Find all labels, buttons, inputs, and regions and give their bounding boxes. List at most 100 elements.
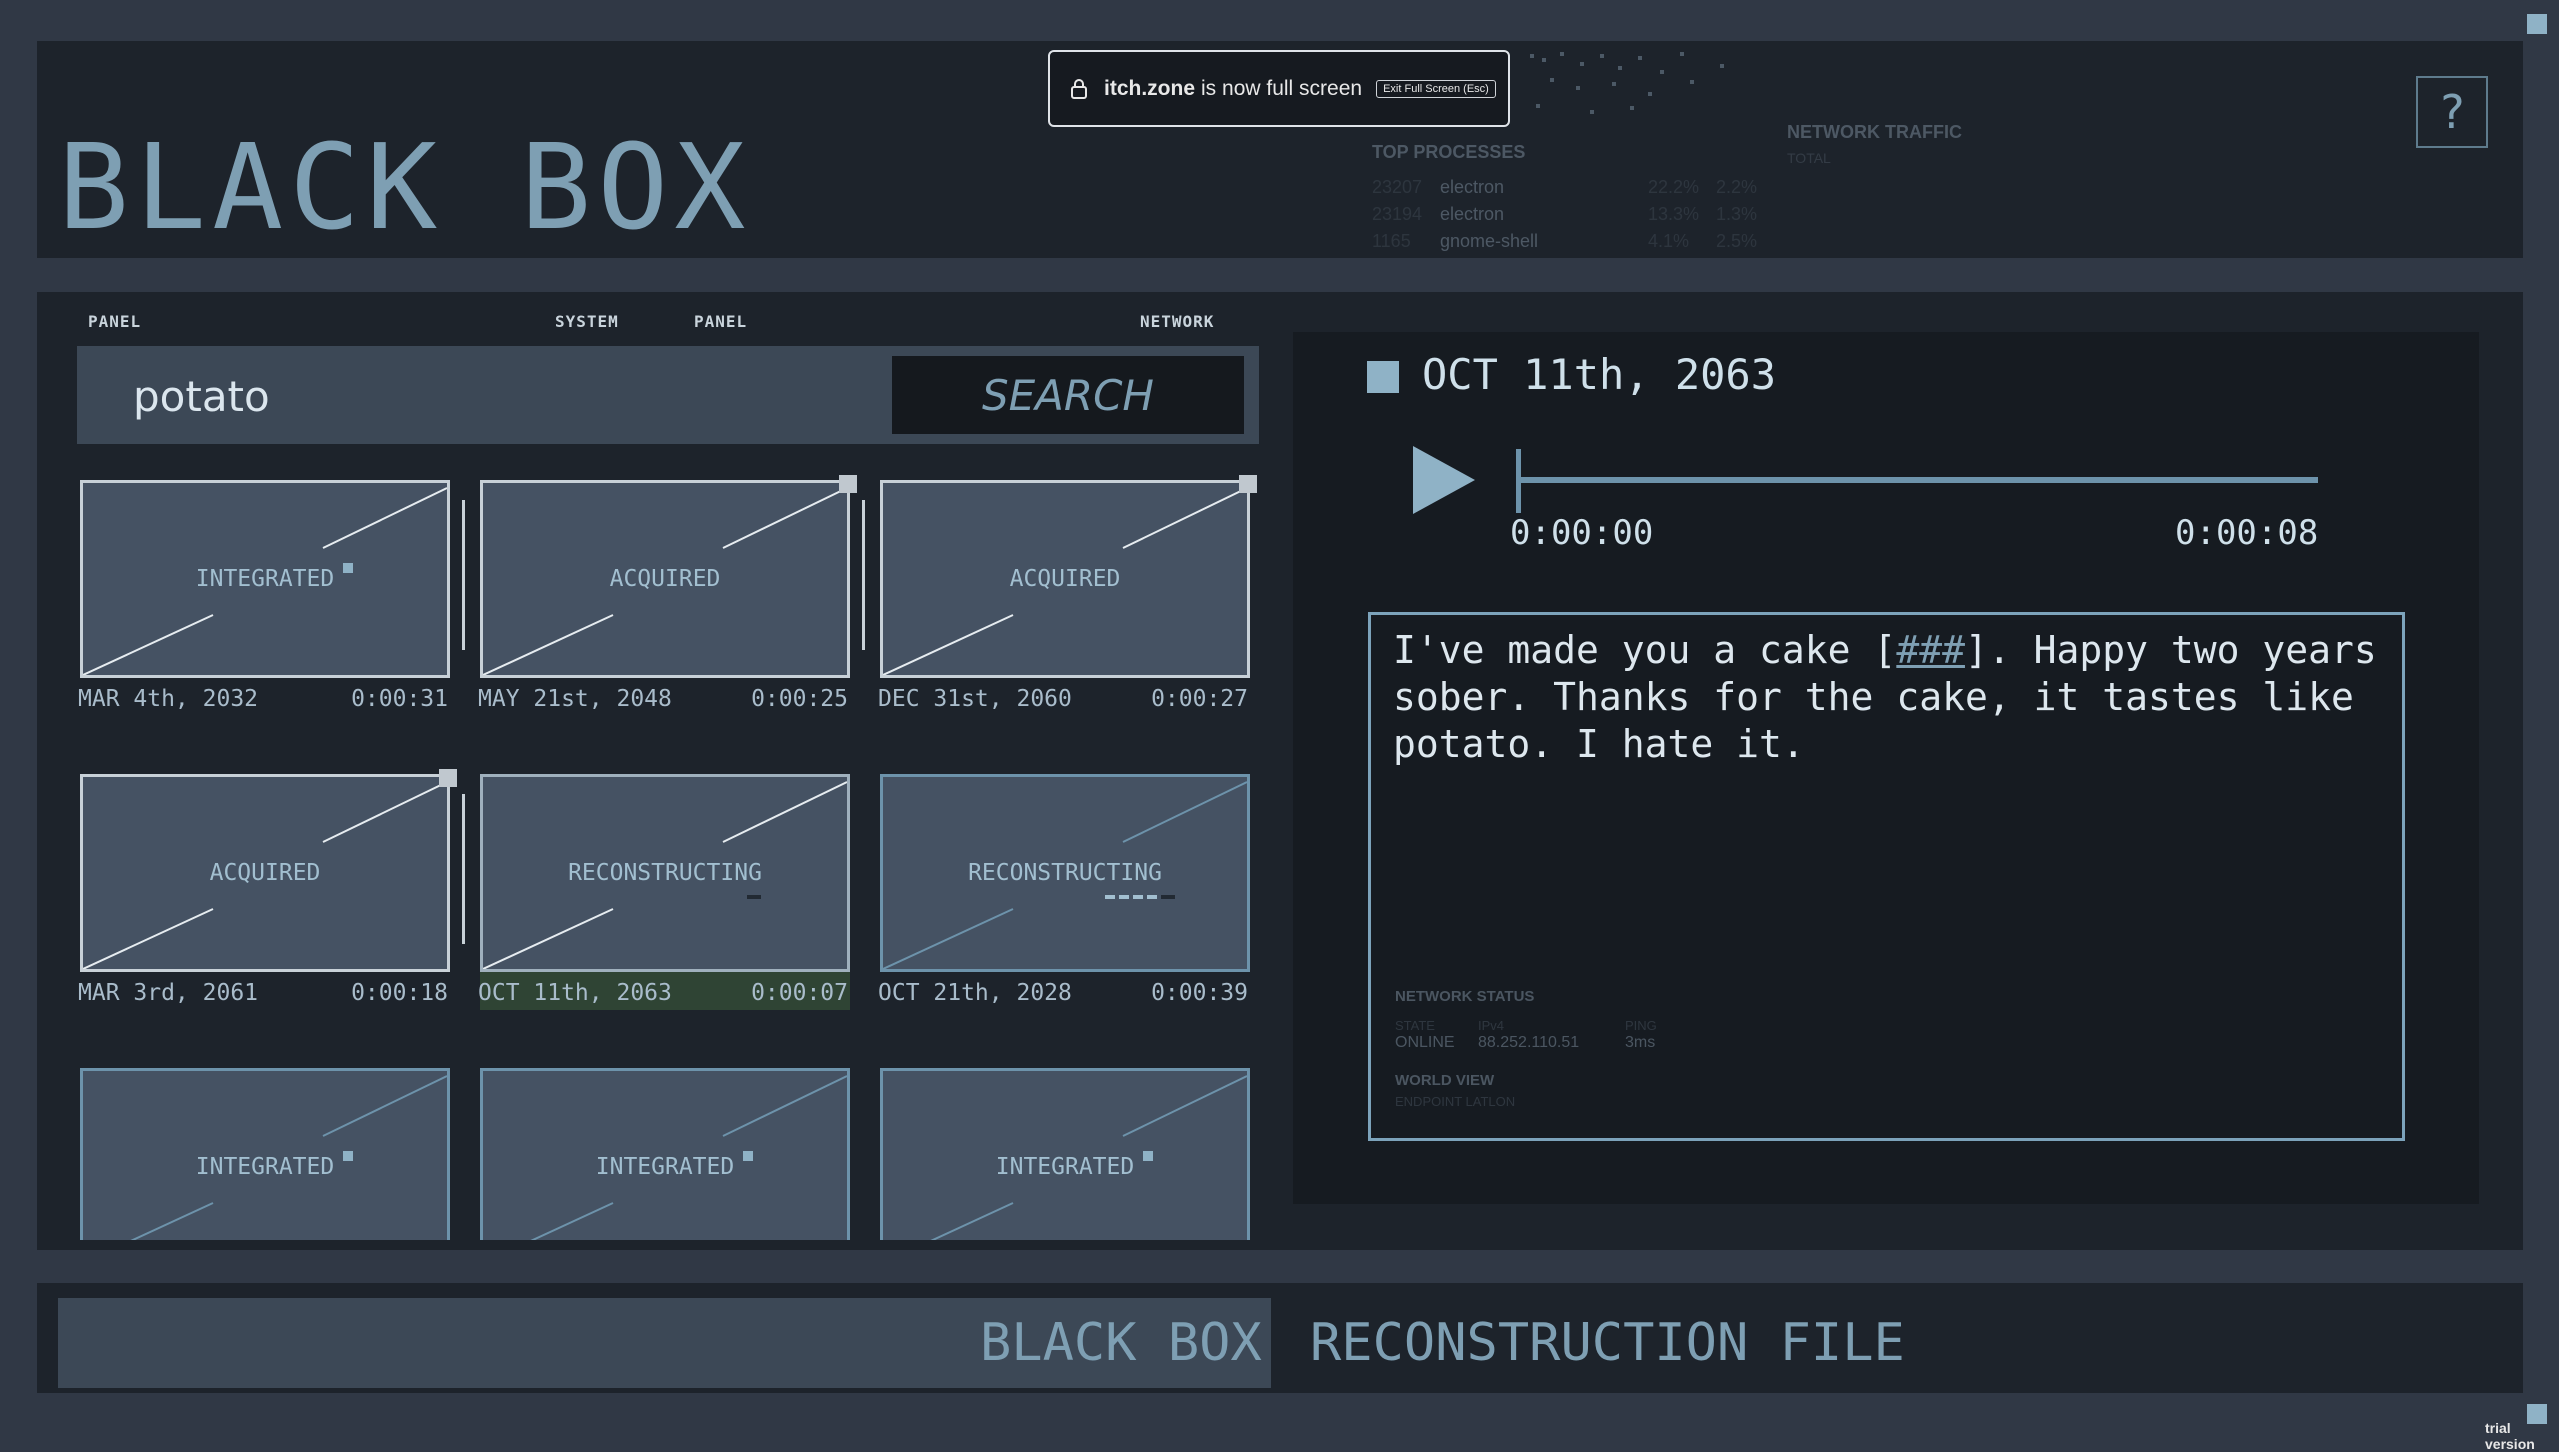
recording-tile[interactable]: ACQUIRED DEC 31st, 2060 0:00:27 (862, 470, 1257, 712)
tile-state: INTEGRATED (595, 1154, 735, 1180)
footer-brand: BLACK BOX (980, 1313, 1262, 1373)
total-label: TOTAL (1787, 150, 1831, 166)
tile-thumbnail: ACQUIRED (80, 769, 457, 972)
reconstruct-progress-cursor (1161, 895, 1175, 899)
total-time: 0:00:08 (2175, 513, 2319, 553)
transcript-text: I've made you a cake [###]. Happy two ye… (1393, 627, 2383, 768)
tile-indicator (743, 1151, 753, 1161)
tile-thumbnail: INTEGRATED (880, 1068, 1250, 1240)
process-list: 23207 electron 22.2% 2.2% 23194 electron… (1372, 177, 1762, 257)
app-title: BLACK BOX (58, 118, 752, 256)
process-mem: 1.3% (1716, 204, 1758, 224)
recording-tile[interactable]: ACQUIRED MAR 3rd, 2061 0:00:18 (70, 764, 457, 1006)
tile-corner-marker (1239, 475, 1257, 493)
tile-state: ACQUIRED (1009, 566, 1121, 592)
fullscreen-domain: itch.zone (1104, 76, 1196, 100)
network-traffic-label: NETWORK TRAFFIC (1787, 122, 1962, 142)
process-pid: 23194 (1372, 204, 1423, 224)
reconstruct-progress (747, 895, 761, 899)
tile-state: ACQUIRED (209, 860, 321, 886)
current-time: 0:00:00 (1510, 513, 1654, 553)
footer-file-label: RECONSTRUCTION FILE (1310, 1313, 1905, 1373)
fullscreen-message: is now full screen (1201, 76, 1363, 100)
top-processes-label: TOP PROCESSES (1372, 142, 1526, 162)
play-button[interactable] (1411, 444, 1477, 516)
tile-duration: 0:00:25 (751, 686, 848, 712)
lock-icon (1071, 78, 1087, 99)
recording-marker-icon (1367, 361, 1399, 393)
world-view-label: WORLD VIEW (1395, 1072, 1495, 1089)
tile-marker (462, 794, 465, 944)
recording-grid: INTEGRATED MAR 4th, 2032 0:00:31 ACQUIRE… (70, 470, 1270, 1240)
process-mem: 2.5% (1716, 231, 1758, 251)
tile-thumbnail: RECONSTRUCTING (880, 774, 1250, 972)
tile-thumbnail: INTEGRATED (480, 1068, 850, 1240)
tile-state: RECONSTRUCTING (968, 860, 1162, 886)
ipv4-label: IPv4 (1478, 1018, 1505, 1033)
reconstruct-progress (1105, 895, 1161, 899)
tile-corner-marker (439, 769, 457, 787)
tile-state: INTEGRATED (195, 566, 335, 592)
process-name: gnome-shell (1440, 231, 1539, 251)
network-ip: 88.252.110.51 (1478, 1034, 1580, 1051)
tile-state: RECONSTRUCTING (568, 860, 762, 886)
help-button[interactable]: ? (2416, 76, 2488, 148)
state-label: STATE (1395, 1018, 1435, 1033)
tile-corner-marker (839, 475, 857, 493)
panel-micro-label: PANEL (694, 312, 748, 331)
tile-date: MAR 3rd, 2061 (78, 980, 259, 1006)
recording-tile[interactable]: INTEGRATED MAR 4th, 2032 0:00:31 (70, 470, 450, 712)
tile-marker (862, 500, 865, 650)
trial-watermark: trial version (2485, 1420, 2535, 1452)
process-name: electron (1440, 204, 1505, 224)
exit-fullscreen-button[interactable]: Exit Full Screen (Esc) (1376, 79, 1496, 98)
tile-thumbnail: ACQUIRED (880, 475, 1257, 678)
redacted-word[interactable]: ### (1896, 628, 1965, 672)
process-row: 23207 electron 22.2% 2.2% (1372, 177, 1762, 204)
process-cpu: 13.3% (1648, 204, 1700, 224)
tile-duration: 0:00:07 (751, 980, 848, 1006)
tile-thumbnail: ACQUIRED (480, 475, 857, 678)
process-pid: 1165 (1372, 231, 1411, 251)
network-ping: 3ms (1625, 1034, 1656, 1051)
network-state: ONLINE (1395, 1034, 1455, 1051)
tile-duration: 0:00:31 (351, 686, 448, 712)
process-cpu: 4.1% (1648, 231, 1690, 251)
tile-duration: 0:00:27 (1151, 686, 1248, 712)
recording-tile-selected[interactable]: RECONSTRUCTING OCT 11th, 2063 0:00:07 (462, 764, 850, 1010)
tile-state: INTEGRATED (195, 1154, 335, 1180)
tile-duration: 0:00:39 (1151, 980, 1248, 1006)
tile-duration: 0:00:18 (351, 980, 448, 1006)
tile-date: MAR 4th, 2032 (78, 686, 259, 712)
recording-tile[interactable]: RECONSTRUCTING OCT 21th, 2028 0:00:39 (870, 764, 1250, 1006)
process-row: 1165 gnome-shell 4.1% 2.5% (1372, 231, 1762, 258)
noise-pattern-icon (1530, 52, 1724, 114)
tile-indicator (1143, 1151, 1153, 1161)
tile-indicator (343, 1151, 353, 1161)
tile-marker (462, 500, 465, 650)
tile-date: OCT 11th, 2063 (478, 980, 672, 1006)
endpoint-label: ENDPOINT LATLON (1395, 1094, 1516, 1109)
tile-state: INTEGRATED (995, 1154, 1135, 1180)
recording-tile[interactable]: INTEGRATED (470, 1058, 850, 1240)
playback-track[interactable] (1516, 477, 2318, 483)
panel-micro-label: NETWORK (1140, 312, 1215, 331)
tile-date: OCT 21th, 2028 (878, 980, 1072, 1006)
process-name: electron (1440, 177, 1505, 197)
process-cpu: 22.2% (1648, 177, 1700, 197)
playback-scrubber[interactable] (1516, 449, 1521, 513)
process-row: 23194 electron 13.3% 1.3% (1372, 204, 1762, 231)
tile-thumbnail: INTEGRATED (80, 480, 450, 678)
tile-date: DEC 31st, 2060 (878, 686, 1072, 712)
recording-tile[interactable]: ACQUIRED MAY 21st, 2048 0:00:25 (462, 470, 857, 712)
search-input[interactable]: potato (133, 368, 833, 424)
tile-thumbnail: RECONSTRUCTING (480, 774, 850, 972)
fullscreen-notice: itch.zone is now full screen Exit Full S… (1048, 50, 1510, 127)
recording-date: OCT 11th, 2063 (1422, 350, 1777, 399)
search-button[interactable]: SEARCH (892, 356, 1244, 434)
recording-tile[interactable]: INTEGRATED (870, 1058, 1250, 1240)
recording-tile[interactable]: INTEGRATED (70, 1058, 450, 1240)
process-mem: 2.2% (1716, 177, 1758, 197)
ping-label: PING (1625, 1018, 1657, 1033)
tile-date: MAY 21st, 2048 (478, 686, 672, 712)
